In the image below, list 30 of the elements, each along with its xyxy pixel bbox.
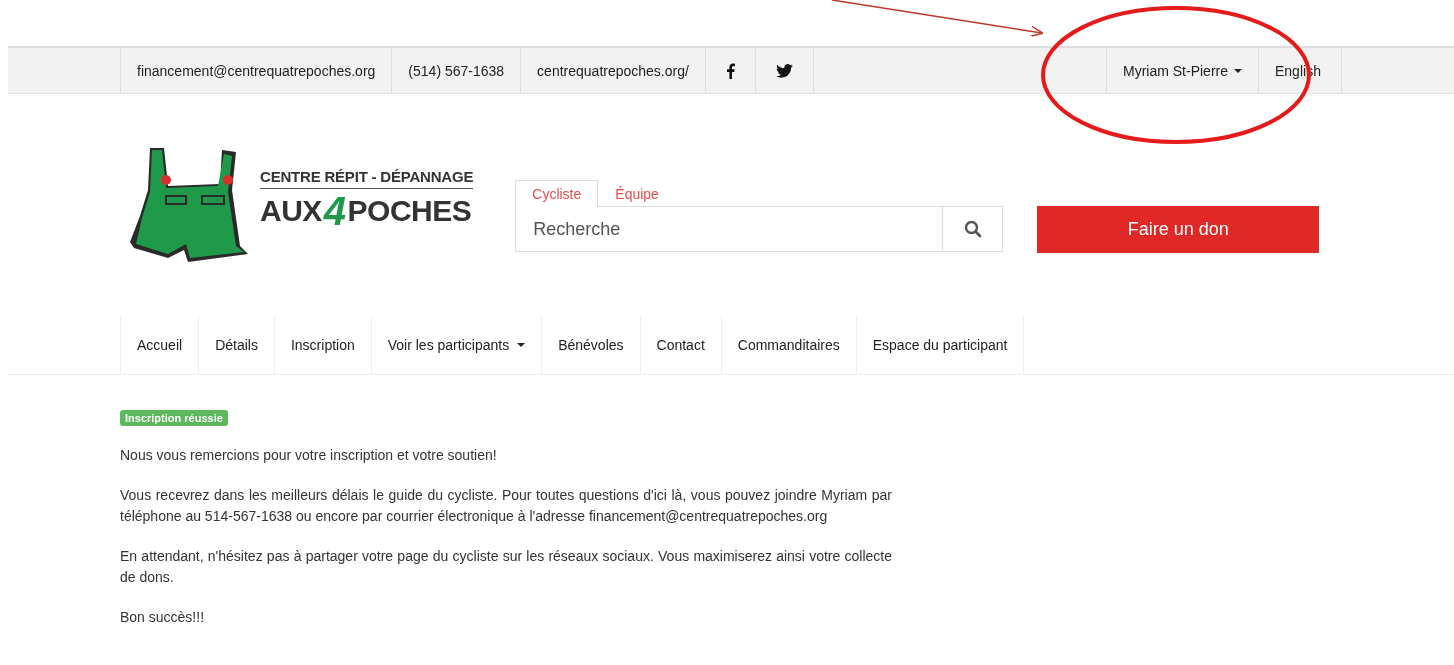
- website-link[interactable]: centrequatrepoches.org/: [520, 48, 705, 93]
- status-label: Inscription réussie: [120, 410, 228, 426]
- facebook-icon[interactable]: [725, 62, 735, 79]
- nav-item[interactable]: Espace du participant: [856, 316, 1025, 374]
- nav-item[interactable]: Commanditaires: [721, 316, 857, 374]
- twitter-icon[interactable]: [775, 63, 793, 78]
- search-tab[interactable]: Cycliste: [515, 180, 599, 207]
- caret-icon: [1234, 68, 1242, 73]
- nav-item[interactable]: Inscription: [274, 316, 372, 374]
- nav-item[interactable]: Bénévoles: [542, 316, 641, 374]
- search-button[interactable]: [943, 206, 1004, 252]
- nav-item[interactable]: Contact: [640, 316, 722, 374]
- user-menu[interactable]: Myriam St-Pierre: [1106, 48, 1258, 93]
- message-paragraph: En attendant, n'hésitez pas à partager votre page du cycliste sur les réseaux sociaux. Vous maximiserez ainsi votre collecte de dons.: [120, 547, 892, 587]
- message-paragraph: Nous vous remercions pour votre inscription et votre soutien!: [120, 446, 498, 465]
- logo-name: POCHES: [347, 194, 472, 227]
- nav-item[interactable]: Accueil: [121, 316, 200, 374]
- nav-item[interactable]: Détails: [199, 316, 275, 374]
- phone-link[interactable]: (514) 567-1638: [391, 48, 521, 93]
- donate-button[interactable]: Faire un don: [1037, 206, 1320, 253]
- search-icon: [963, 220, 982, 238]
- email-link[interactable]: financement@centrequatrepoches.org: [120, 48, 392, 93]
- search-field[interactable]: Recherche: [515, 206, 944, 252]
- logo-name: AUX: [260, 194, 322, 227]
- search-tab[interactable]: Équipe: [598, 180, 676, 206]
- message-paragraph: Bon succès!!!: [120, 608, 206, 627]
- logo-tagline: CENTRE RÉPIT - DÉPANNAGE: [260, 167, 474, 189]
- message-paragraph: Vous recevrez dans les meilleurs délais le guide du cycliste. Pour toutes questions d'ici là, vous pouvez joindre Myriam par téléphone au 514-567-1638 ou encore par courrier électronique à l'adresse financement@centrequatrepoches.org: [120, 486, 892, 526]
- logo-number: 4: [323, 188, 346, 233]
- nav-item[interactable]: Voir les participants: [371, 316, 543, 374]
